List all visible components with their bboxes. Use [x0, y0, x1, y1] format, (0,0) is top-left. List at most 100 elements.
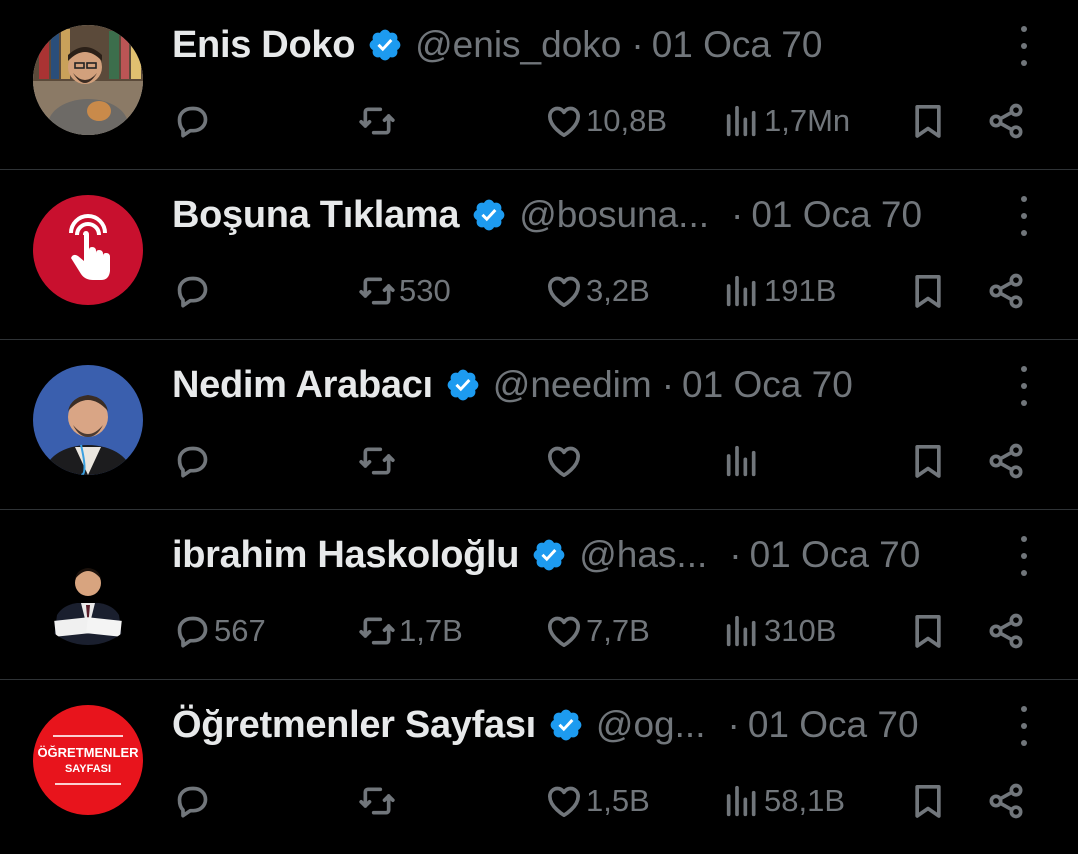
more-options-icon[interactable]	[1010, 196, 1038, 236]
share-button[interactable]	[986, 606, 1026, 656]
like-count: 3,2B	[586, 273, 650, 308]
action-bar: 567 1,7B 7,7B 310B	[172, 606, 1028, 656]
like-count: 10,8B	[586, 103, 668, 138]
share-icon	[989, 613, 1023, 649]
bookmark-icon	[915, 275, 941, 308]
reply-button[interactable]	[172, 776, 214, 826]
bookmark-icon	[915, 615, 941, 648]
share-button[interactable]	[986, 96, 1026, 146]
view-count: 1,7Mn	[764, 103, 851, 138]
reply-button[interactable]	[172, 266, 214, 316]
reply-icon	[177, 446, 208, 478]
avatar[interactable]	[33, 195, 143, 305]
tweet-item[interactable]: ibrahim Haskoloğlu @has... · 01 Oca 70 5…	[0, 510, 1078, 680]
like-button[interactable]: 10,8B	[544, 96, 667, 146]
share-button[interactable]	[986, 776, 1026, 826]
tweet-item[interactable]: Enis Doko @enis_doko · 01 Oca 70 10,8B 1…	[0, 0, 1078, 170]
retweet-icon	[359, 617, 395, 645]
bookmark-button[interactable]	[908, 606, 948, 656]
retweet-count: 1,7B	[399, 613, 463, 648]
reply-button[interactable]: 567	[172, 606, 266, 656]
display-name[interactable]: ibrahim Haskoloğlu	[172, 534, 520, 577]
display-name[interactable]: Boşuna Tıklama	[172, 194, 460, 237]
reply-count: 567	[214, 613, 266, 648]
heart-icon	[548, 786, 580, 817]
views-button[interactable]: 1,7Mn	[722, 96, 850, 146]
views-button[interactable]	[722, 436, 764, 486]
bookmark-icon	[915, 105, 941, 138]
more-options-icon[interactable]	[1010, 536, 1038, 576]
bookmark-button[interactable]	[908, 96, 948, 146]
verified-badge-icon	[445, 367, 481, 403]
tweet-item[interactable]: Nedim Arabacı @needim · 01 Oca 70	[0, 340, 1078, 510]
retweet-count: 530	[399, 273, 451, 308]
separator-dot: ·	[727, 704, 740, 745]
avatar[interactable]: ÖĞRETMENLER SAYFASI	[33, 705, 143, 815]
like-button[interactable]	[544, 436, 586, 486]
reply-button[interactable]	[172, 96, 214, 146]
retweet-button[interactable]	[357, 436, 399, 486]
reply-icon	[177, 616, 208, 648]
display-name[interactable]: Nedim Arabacı	[172, 364, 433, 407]
tweet-date[interactable]: 01 Oca 70	[682, 364, 853, 406]
user-handle[interactable]: @enis_doko	[415, 24, 621, 66]
user-handle[interactable]: @has...	[579, 534, 707, 576]
verified-badge-icon	[471, 197, 507, 233]
hand-click-logo-icon	[33, 195, 143, 305]
display-name[interactable]: Öğretmenler Sayfası	[172, 704, 536, 747]
tweet-header: Nedim Arabacı @needim · 01 Oca 70	[172, 360, 988, 410]
tweet-item[interactable]: Boşuna Tıklama @bosuna... · 01 Oca 70 53…	[0, 170, 1078, 340]
separator-dot: ·	[731, 194, 744, 235]
avatar[interactable]	[33, 535, 143, 645]
share-icon	[989, 273, 1023, 309]
share-icon	[989, 103, 1023, 139]
retweet-button[interactable]: 530	[357, 266, 451, 316]
separator-dot: ·	[661, 364, 675, 405]
views-button[interactable]: 191B	[722, 266, 836, 316]
views-button[interactable]: 310B	[722, 606, 836, 656]
separator-dot: ·	[729, 534, 742, 575]
reply-icon	[177, 106, 208, 138]
share-button[interactable]	[986, 266, 1026, 316]
like-count: 1,5B	[586, 783, 650, 818]
views-chart-icon	[726, 615, 756, 647]
user-handle[interactable]: @needim	[493, 364, 652, 406]
user-handle[interactable]: @bosuna...	[519, 194, 709, 236]
more-options-icon[interactable]	[1010, 366, 1038, 406]
view-count: 310B	[764, 613, 837, 648]
heart-icon	[548, 616, 580, 647]
views-button[interactable]: 58,1B	[722, 776, 845, 826]
like-button[interactable]: 7,7B	[544, 606, 650, 656]
retweet-button[interactable]: 1,7B	[357, 606, 463, 656]
display-name[interactable]: Enis Doko	[172, 24, 355, 67]
user-handle[interactable]: @og...	[596, 704, 706, 746]
tweet-item[interactable]: ÖĞRETMENLER SAYFASI Öğretmenler Sayfası …	[0, 680, 1078, 854]
share-button[interactable]	[986, 436, 1026, 486]
bookmark-button[interactable]	[908, 266, 948, 316]
tweet-date[interactable]: 01 Oca 70	[748, 704, 919, 746]
more-options-icon[interactable]	[1010, 706, 1038, 746]
avatar-image-icon	[33, 535, 143, 645]
action-bar: 10,8B 1,7Mn	[172, 96, 1028, 146]
views-chart-icon	[726, 275, 756, 307]
views-chart-icon	[726, 105, 756, 137]
bookmark-button[interactable]	[908, 776, 948, 826]
retweet-button[interactable]	[357, 776, 399, 826]
action-bar	[172, 436, 1028, 486]
retweet-button[interactable]	[357, 96, 399, 146]
tweet-date[interactable]: 01 Oca 70	[751, 194, 922, 236]
tweet-date[interactable]: 01 Oca 70	[750, 534, 921, 576]
share-icon	[989, 783, 1023, 819]
like-button[interactable]: 1,5B	[544, 776, 650, 826]
bookmark-button[interactable]	[908, 436, 948, 486]
like-button[interactable]: 3,2B	[544, 266, 650, 316]
like-count: 7,7B	[586, 613, 650, 648]
avatar-image-icon	[33, 25, 143, 135]
avatar[interactable]	[33, 365, 143, 475]
reply-button[interactable]	[172, 436, 214, 486]
heart-icon	[548, 106, 580, 138]
avatar[interactable]	[33, 25, 143, 135]
tweet-date[interactable]: 01 Oca 70	[652, 24, 823, 66]
separator-dot: ·	[631, 24, 644, 65]
more-options-icon[interactable]	[1010, 26, 1038, 66]
